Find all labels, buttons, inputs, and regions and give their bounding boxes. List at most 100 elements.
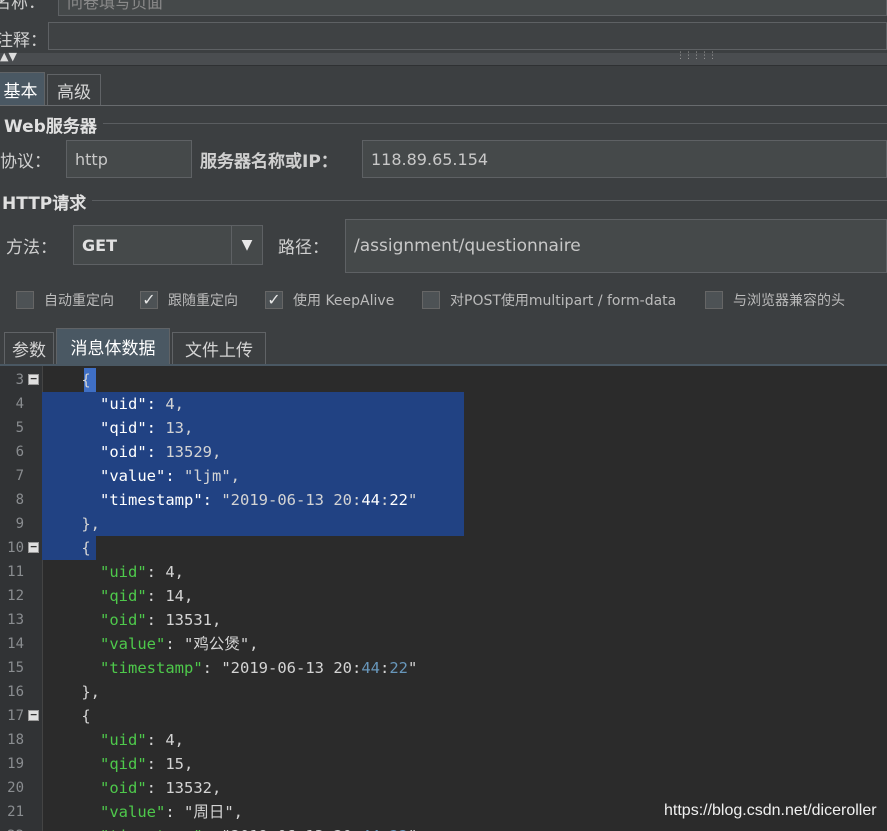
line-number: 15 (7, 660, 24, 676)
line-number: 18 (7, 732, 24, 748)
code-line[interactable]: 7 "value": "ljm", (0, 464, 887, 488)
code-text: "value": "周日", (100, 803, 243, 821)
line-number: 12 (7, 588, 24, 604)
line-number: 7 (15, 468, 24, 484)
code-line[interactable]: 8 "timestamp": "2019-06-13 20:44:22" (0, 488, 887, 512)
code-text: "oid": 13531, (100, 611, 222, 629)
checkbox-icon[interactable] (16, 291, 34, 309)
code-text: "uid": 4, (100, 395, 185, 413)
code-text: }, (44, 683, 100, 701)
code-line[interactable]: 13 "oid": 13531, (0, 608, 887, 632)
protocol-value: http (75, 149, 108, 169)
comment-label: 注释： (0, 31, 47, 51)
tab-file-upload[interactable]: 文件上传 (172, 332, 266, 364)
body-data-editor[interactable]: 3− {4 "uid": 4, 5 "qid": 13, 6 "oid": 1352… (0, 366, 887, 831)
code-line[interactable]: 15 "timestamp": "2019-06-13 20:44:22" (0, 656, 887, 680)
code-text: { (44, 707, 91, 725)
code-line[interactable]: 22 "timestamp": "2019-06-13 20:44:22" (0, 824, 887, 831)
splitter-bar[interactable]: ▲▼ ⋮⋮⋮⋮⋮ (0, 50, 887, 66)
checkbox-icon[interactable] (422, 291, 440, 309)
tab-file-upload-label: 文件上传 (185, 341, 253, 361)
option-keepalive[interactable]: ✓ 使用 KeepAlive (265, 290, 394, 310)
tab-advanced-label: 高级 (57, 82, 91, 103)
line-number: 13 (7, 612, 24, 628)
code-text: "value": "鸡公煲", (100, 635, 259, 653)
code-line[interactable]: 12 "qid": 14, (0, 584, 887, 608)
checkbox-checked-icon[interactable]: ✓ (265, 291, 283, 309)
code-text: "oid": 13532, (100, 779, 222, 797)
code-line[interactable]: 19 "qid": 15, (0, 752, 887, 776)
code-text: { (44, 539, 91, 557)
tab-body-data[interactable]: 消息体数据 (56, 328, 170, 364)
path-input[interactable]: /assignment/questionnaire (345, 219, 887, 273)
tab-divider (0, 105, 887, 106)
code-line[interactable]: 10− { (0, 536, 887, 560)
server-input[interactable]: 118.89.65.154 (362, 140, 887, 178)
line-number: 11 (7, 564, 24, 580)
option-label: 对POST使用multipart / form-data (450, 293, 677, 309)
code-text: "qid": 15, (100, 755, 194, 773)
tab-body-data-label: 消息体数据 (70, 339, 156, 359)
tab-parameters[interactable]: 参数 (4, 332, 54, 364)
code-line[interactable]: 3− { (0, 368, 887, 392)
checkbox-icon[interactable] (705, 291, 723, 309)
tab-parameters-label: 参数 (12, 341, 46, 361)
code-line[interactable]: 5 "qid": 13, (0, 416, 887, 440)
tab-basic-label: 基本 (3, 81, 38, 102)
protocol-input[interactable]: http (66, 140, 192, 178)
line-number: 21 (7, 804, 24, 820)
collapse-arrows-icon[interactable]: ▲▼ (0, 50, 17, 63)
method-value: GET (82, 235, 117, 255)
server-value: 118.89.65.154 (371, 149, 489, 169)
code-line[interactable]: 20 "oid": 13532, (0, 776, 887, 800)
line-number: 22 (4, 824, 24, 831)
name-field[interactable]: 问卷填写页面 (58, 0, 887, 16)
fold-toggle-icon[interactable]: − (28, 709, 39, 721)
line-number: 10 (7, 540, 24, 556)
code-text: "value": "ljm", (100, 467, 240, 485)
fold-toggle-icon[interactable]: − (28, 373, 39, 385)
code-line[interactable]: 18 "uid": 4, (0, 728, 887, 752)
name-value: 问卷填写页面 (67, 0, 164, 12)
line-number: 16 (7, 684, 24, 700)
option-label: 与浏览器兼容的头 (733, 293, 845, 309)
option-label: 使用 KeepAlive (293, 293, 395, 309)
http-request-rule (4, 200, 887, 201)
watermark: https://blog.csdn.net/diceroller (664, 802, 877, 819)
code-line[interactable]: 11 "uid": 4, (0, 560, 887, 584)
line-number: 14 (7, 636, 24, 652)
fold-toggle-icon[interactable]: − (28, 541, 39, 553)
option-auto-redirect[interactable]: 自动重定向 (16, 290, 114, 310)
name-label: 名称： (0, 0, 45, 13)
code-line[interactable]: 9 }, (0, 512, 887, 536)
code-line[interactable]: 17− { (0, 704, 887, 728)
code-text: "timestamp": "2019-06-13 20:44:22" (44, 824, 417, 831)
option-follow-redirect[interactable]: ✓ 跟随重定向 (140, 290, 238, 310)
option-browser-headers[interactable]: 与浏览器兼容的头 (705, 290, 845, 310)
checkbox-checked-icon[interactable]: ✓ (140, 291, 158, 309)
line-number: 20 (7, 780, 24, 796)
option-multipart[interactable]: 对POST使用multipart / form-data (422, 290, 676, 310)
code-text: "timestamp": "2019-06-13 20:44:22" (100, 659, 418, 677)
method-label: 方法： (6, 238, 57, 258)
line-number: 6 (15, 444, 24, 460)
http-request-title: HTTP请求 (2, 189, 93, 214)
code-line[interactable]: 4 "uid": 4, (0, 392, 887, 416)
code-line[interactable]: 14 "value": "鸡公煲", (0, 632, 887, 656)
web-server-title: Web服务器 (4, 112, 103, 137)
path-value: /assignment/questionnaire (354, 236, 581, 256)
grip-icon: ⋮⋮⋮⋮⋮ (676, 51, 717, 61)
web-server-rule (4, 123, 887, 124)
code-text: }, (44, 515, 100, 533)
tab-advanced[interactable]: 高级 (47, 74, 101, 105)
code-text: { (44, 371, 91, 389)
line-number: 5 (15, 420, 24, 436)
dropdown-arrow-icon[interactable]: ▼ (231, 226, 262, 264)
protocol-label: 协议： (0, 152, 51, 172)
code-line[interactable]: 16 }, (0, 680, 887, 704)
method-select[interactable]: GET ▼ (73, 225, 263, 265)
comment-field[interactable] (48, 22, 887, 50)
code-line[interactable]: 6 "oid": 13529, (0, 440, 887, 464)
code-text: "qid": 14, (100, 587, 194, 605)
tab-basic[interactable]: 基本 (0, 72, 45, 105)
